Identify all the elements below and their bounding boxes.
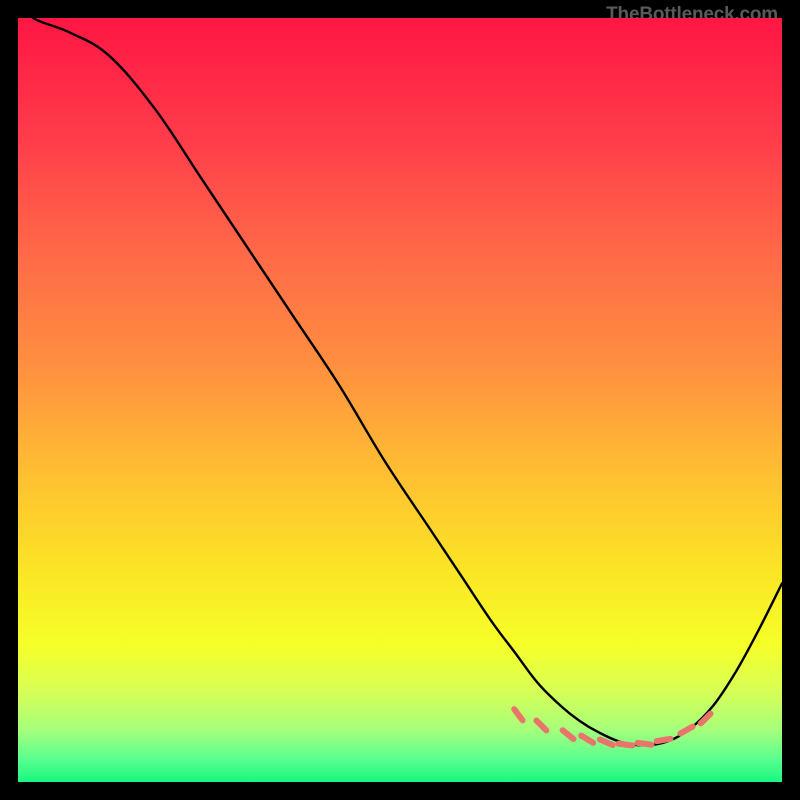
chart-container: TheBottleneck.com bbox=[0, 0, 800, 800]
chart-plot-area bbox=[18, 18, 782, 782]
chart-svg bbox=[18, 18, 782, 782]
gradient-background bbox=[18, 18, 782, 782]
